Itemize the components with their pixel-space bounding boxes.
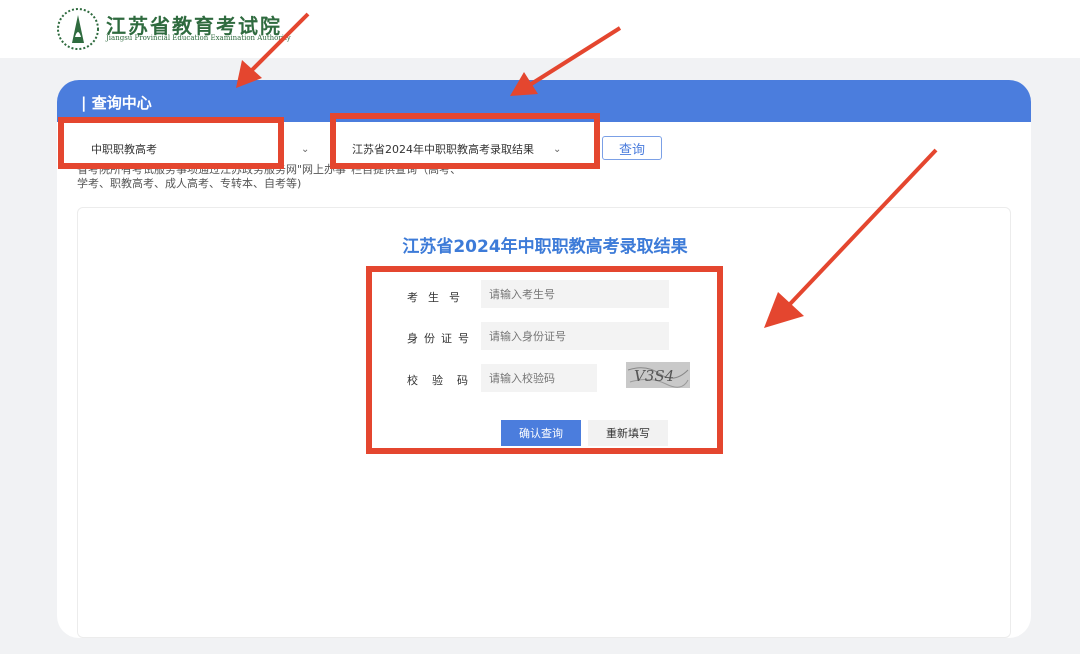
arrow-1-icon bbox=[246, 12, 310, 76]
annotation-arrows bbox=[236, 12, 938, 328]
arrow-3-icon bbox=[788, 148, 938, 306]
arrow-2-icon bbox=[526, 26, 622, 88]
